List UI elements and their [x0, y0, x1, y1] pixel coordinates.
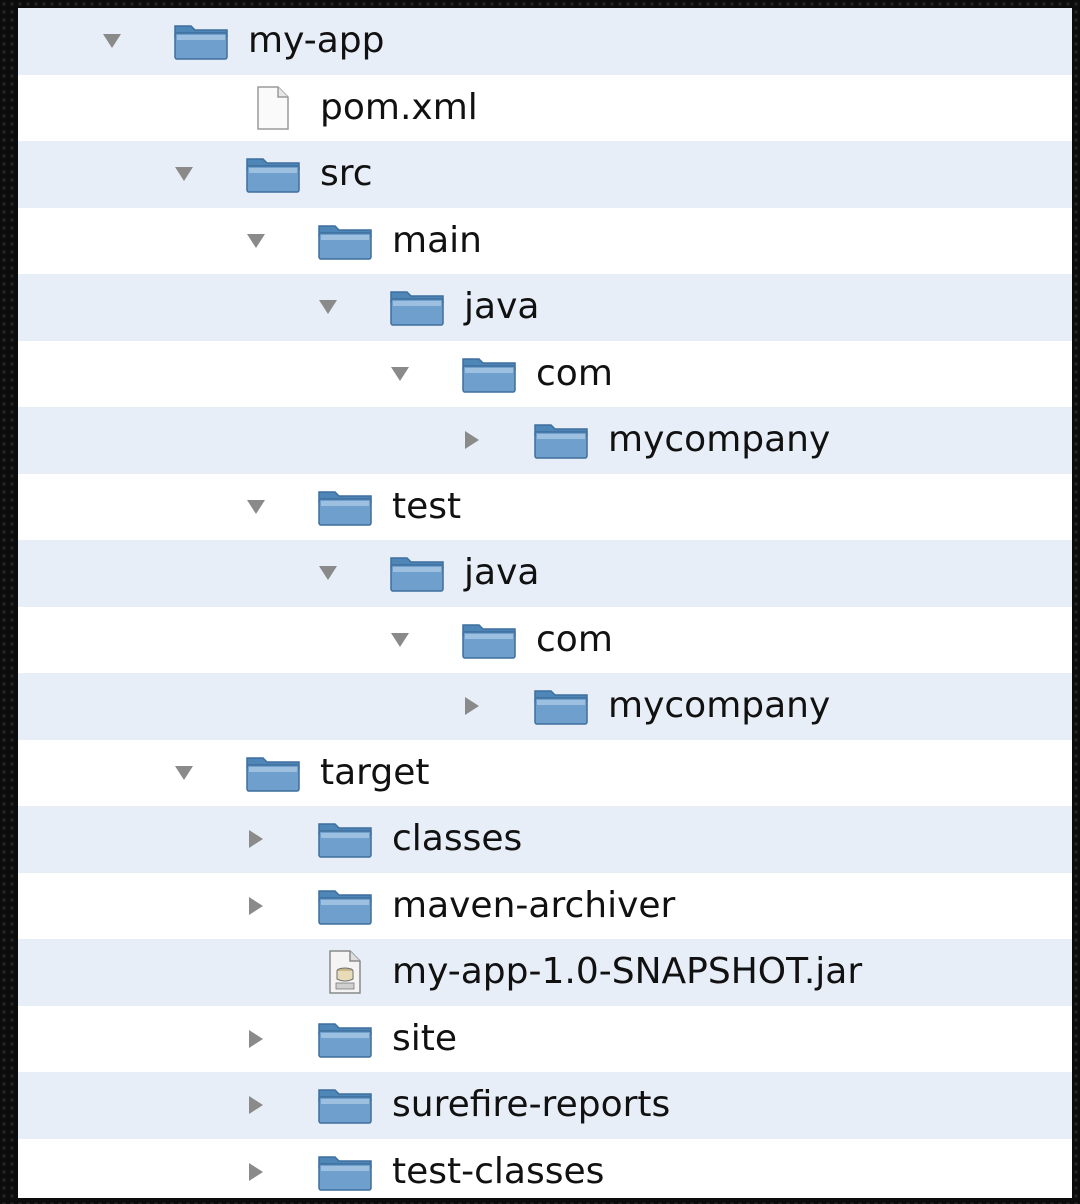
disclosure-triangle-down-icon[interactable] [172, 761, 196, 785]
tree-row[interactable]: java [18, 274, 1072, 341]
tree-row[interactable]: src [18, 141, 1072, 208]
tree-row[interactable]: my-app [18, 8, 1072, 75]
folder-icon [314, 882, 376, 930]
disclosure-triangle-right-icon[interactable] [244, 1093, 268, 1117]
disclosure-triangle-right-icon[interactable] [460, 694, 484, 718]
tree-item-label: java [464, 286, 540, 328]
disclosure-triangle-right-icon[interactable] [244, 1160, 268, 1184]
tree-item-label: test-classes [392, 1150, 605, 1192]
tree-item-label: classes [392, 818, 523, 860]
file-tree: my-app pom.xml src main java com mycompany test… [18, 8, 1072, 1198]
folder-icon [458, 350, 520, 398]
tree-row[interactable]: classes [18, 806, 1072, 873]
disclosure-triangle-down-icon[interactable] [316, 561, 340, 585]
disclosure-triangle-down-icon[interactable] [388, 628, 412, 652]
tree-row[interactable]: target [18, 739, 1072, 806]
folder-icon [314, 483, 376, 531]
folder-icon [314, 217, 376, 265]
tree-item-label: main [392, 219, 482, 261]
tree-row[interactable]: mycompany [18, 673, 1072, 740]
disclosure-triangle-down-icon[interactable] [100, 29, 124, 53]
folder-icon [314, 1148, 376, 1196]
disclosure-triangle-down-icon[interactable] [244, 495, 268, 519]
tree-item-label: mycompany [608, 419, 831, 461]
tree-row[interactable]: java [18, 540, 1072, 607]
tree-row[interactable]: com [18, 340, 1072, 407]
folder-icon [530, 416, 592, 464]
tree-item-label: target [320, 751, 430, 793]
tree-row[interactable]: site [18, 1005, 1072, 1072]
tree-row[interactable]: surefire-reports [18, 1072, 1072, 1139]
tree-item-label: maven-archiver [392, 884, 676, 926]
tree-item-label: my-app [248, 20, 385, 62]
tree-item-label: pom.xml [320, 86, 478, 128]
tree-row[interactable]: test-classes [18, 1138, 1072, 1198]
disclosure-triangle-down-icon[interactable] [172, 162, 196, 186]
tree-row[interactable]: test [18, 473, 1072, 540]
tree-item-label: com [536, 352, 613, 394]
disclosure-triangle-right-icon[interactable] [244, 894, 268, 918]
tree-item-label: my-app-1.0-SNAPSHOT.jar [392, 951, 863, 993]
disclosure-triangle-down-icon[interactable] [388, 362, 412, 386]
folder-icon [530, 682, 592, 730]
disclosure-triangle-down-icon[interactable] [244, 229, 268, 253]
document-icon [242, 84, 304, 132]
tree-item-label: java [464, 552, 540, 594]
folder-icon [314, 815, 376, 863]
disclosure-triangle-right-icon[interactable] [460, 428, 484, 452]
tree-row[interactable]: mycompany [18, 407, 1072, 474]
folder-icon [314, 1015, 376, 1063]
disclosure-triangle-right-icon[interactable] [244, 827, 268, 851]
folder-icon [242, 749, 304, 797]
folder-icon [314, 1081, 376, 1129]
tree-row[interactable]: maven-archiver [18, 872, 1072, 939]
folder-icon [458, 616, 520, 664]
tree-row[interactable]: my-app-1.0-SNAPSHOT.jar [18, 939, 1072, 1006]
tree-item-label: com [536, 618, 613, 660]
tree-item-label: surefire-reports [392, 1084, 671, 1126]
disclosure-triangle-down-icon[interactable] [316, 295, 340, 319]
tree-row[interactable]: com [18, 606, 1072, 673]
folder-icon [386, 283, 448, 331]
folder-icon [242, 150, 304, 198]
disclosure-triangle-right-icon[interactable] [244, 1027, 268, 1051]
tree-row[interactable]: main [18, 207, 1072, 274]
tree-item-label: site [392, 1017, 458, 1059]
folder-icon [386, 549, 448, 597]
folder-icon [170, 17, 232, 65]
tree-item-label: mycompany [608, 685, 831, 727]
tree-row[interactable]: pom.xml [18, 74, 1072, 141]
tree-item-label: test [392, 485, 462, 527]
tree-item-label: src [320, 153, 373, 195]
finder-window-background: my-app pom.xml src main java com mycompany test… [0, 0, 1080, 1204]
jar-file-icon [314, 948, 376, 996]
